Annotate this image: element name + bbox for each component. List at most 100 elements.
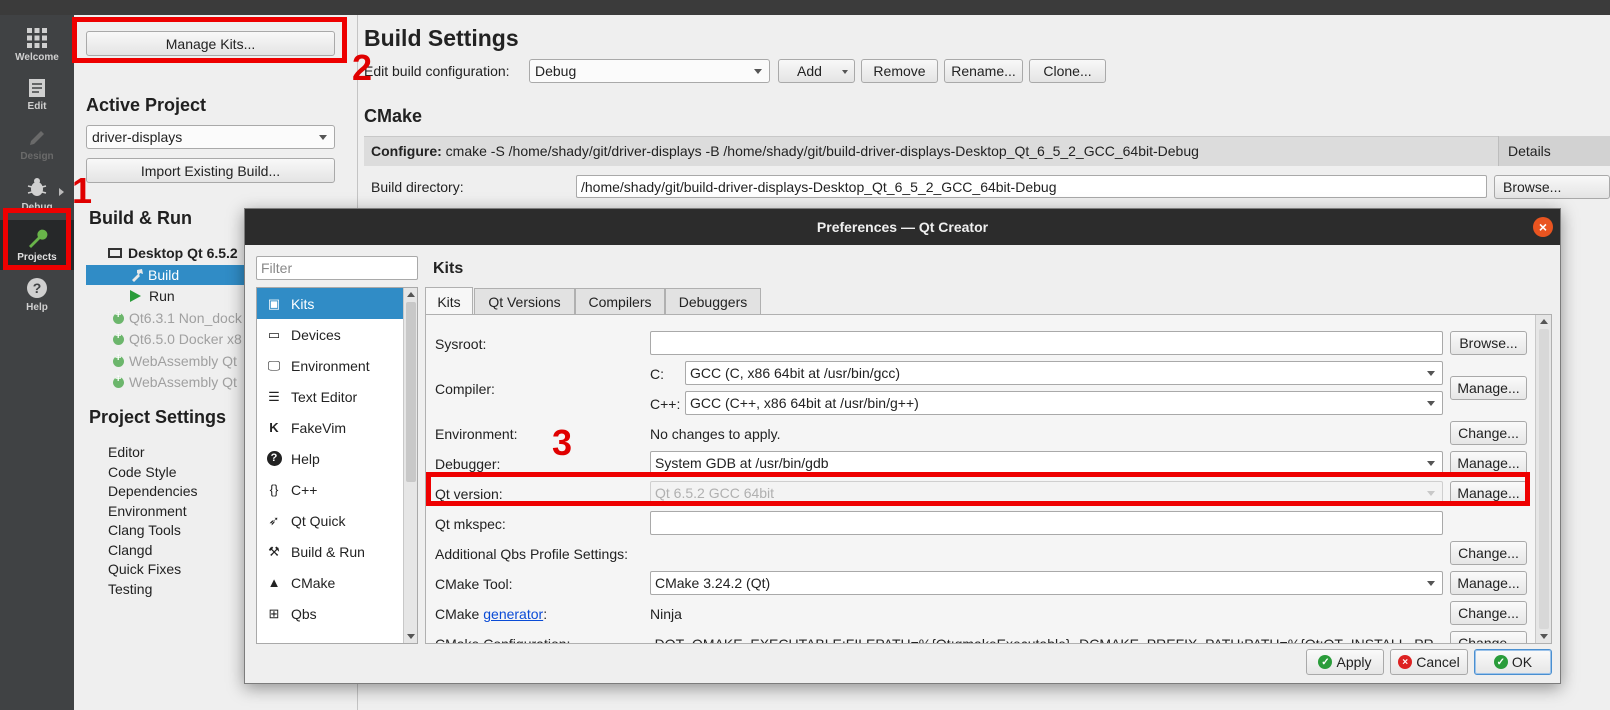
category-scrollbar[interactable] xyxy=(403,288,417,643)
compiler-c-select[interactable]: GCC (C, x86 64bit at /usr/bin/gcc) xyxy=(685,361,1443,385)
build-dir-browse-button[interactable]: Browse... xyxy=(1494,175,1610,199)
configure-line: Configure: cmake -S /home/shady/git/driv… xyxy=(371,143,1199,159)
project-settings-item[interactable]: Clangd xyxy=(108,542,152,558)
run-item[interactable]: Run xyxy=(130,288,175,304)
section-title: Kits xyxy=(433,260,464,277)
scroll-thumb[interactable] xyxy=(1539,329,1549,629)
qbs-change-button[interactable]: Change... xyxy=(1450,541,1527,565)
cmake-config-change-button[interactable]: Change... xyxy=(1450,631,1527,643)
cmake-generator-change-button[interactable]: Change... xyxy=(1450,601,1527,625)
annotation-box-qt-version xyxy=(426,472,1530,506)
cmake-icon: ▲ xyxy=(267,575,281,590)
cancel-button[interactable]: × Cancel xyxy=(1390,649,1468,675)
category-qbs[interactable]: ⊞ Qbs xyxy=(257,598,404,629)
build-item[interactable]: Build xyxy=(130,267,179,283)
category-label: Help xyxy=(291,450,320,467)
mode-help[interactable]: ? Help xyxy=(0,270,74,320)
project-settings-item[interactable]: Code Style xyxy=(108,464,176,480)
build-config-value: Debug xyxy=(535,63,577,79)
active-project-title: Active Project xyxy=(86,95,207,115)
ok-label: OK xyxy=(1511,654,1533,670)
build-directory-input[interactable]: /home/shady/git/build-driver-displays-De… xyxy=(576,175,1487,198)
tab-compilers[interactable]: Compilers xyxy=(575,288,665,314)
project-select[interactable]: driver-displays xyxy=(86,125,335,149)
project-settings-title: Project Settings xyxy=(89,407,227,427)
scroll-down-icon[interactable] xyxy=(407,634,415,639)
annotation-box-manage-kits xyxy=(72,17,347,63)
project-settings-item[interactable]: Clang Tools xyxy=(108,522,181,538)
project-settings-item[interactable]: Dependencies xyxy=(108,483,198,499)
chevron-down-icon xyxy=(842,70,848,74)
ok-button[interactable]: ✓ OK xyxy=(1474,649,1552,675)
mode-label: Design xyxy=(20,151,54,162)
scroll-up-icon[interactable] xyxy=(1540,319,1548,324)
project-settings-item[interactable]: Quick Fixes xyxy=(108,561,181,577)
tab-kits[interactable]: Kits xyxy=(425,287,473,315)
clone-config-button[interactable]: Clone... xyxy=(1029,59,1106,83)
category-label: C++ xyxy=(291,481,318,498)
tab-debuggers[interactable]: Debuggers xyxy=(665,288,761,314)
pencil-icon xyxy=(30,131,44,145)
qt-mkspec-input[interactable] xyxy=(650,511,1443,535)
svg-text:?: ? xyxy=(33,280,42,296)
category-help[interactable]: ? Help xyxy=(257,443,404,474)
details-toggle[interactable]: Details xyxy=(1498,136,1610,166)
project-select-value: driver-displays xyxy=(92,129,183,145)
cmake-gen-prefix: CMake xyxy=(435,606,480,622)
annotation-number: 1 xyxy=(72,170,93,211)
category-environment[interactable]: 🖵 Environment xyxy=(257,350,404,381)
kits-icon: ▣ xyxy=(267,295,281,311)
mode-welcome[interactable]: Welcome xyxy=(0,20,74,70)
mode-design[interactable]: Design xyxy=(0,120,74,170)
category-text-editor[interactable]: ☰ Text Editor xyxy=(257,381,404,412)
kit-item[interactable]: WebAssembly Qt xyxy=(113,373,237,390)
scroll-down-icon[interactable] xyxy=(1540,634,1548,639)
filter-input[interactable]: Filter xyxy=(256,256,418,280)
apply-button[interactable]: ✓ Apply xyxy=(1306,649,1384,675)
mode-edit[interactable]: Edit xyxy=(0,70,74,120)
apply-label: Apply xyxy=(1336,654,1372,670)
tab-qt-versions[interactable]: Qt Versions xyxy=(474,288,575,314)
category-kits[interactable]: ▣ Kits xyxy=(257,288,404,319)
sysroot-input[interactable] xyxy=(650,331,1443,355)
kit-item[interactable]: Qt6.5.0 Docker x8 xyxy=(113,330,242,347)
close-icon[interactable]: × xyxy=(1533,217,1553,237)
category-fakevim[interactable]: K FakeVim xyxy=(257,412,404,443)
kit-item-label: Qt6.3.1 Non_dock xyxy=(129,310,242,326)
kit-desktop[interactable]: Desktop Qt 6.5.2 xyxy=(108,245,238,261)
category-qt-quick[interactable]: ➶ Qt Quick xyxy=(257,505,404,536)
scroll-up-icon[interactable] xyxy=(407,292,415,297)
category-build-run[interactable]: ⚒ Build & Run xyxy=(257,536,404,567)
kit-pane-scrollbar[interactable] xyxy=(1535,315,1551,643)
project-settings-item[interactable]: Testing xyxy=(108,581,152,597)
qbs-icon: ⊞ xyxy=(268,605,280,621)
kit-item[interactable]: Qt6.3.1 Non_dock xyxy=(113,309,242,326)
category-cmake[interactable]: ▲ CMake xyxy=(257,567,404,598)
cmake-tool-manage-button[interactable]: Manage... xyxy=(1450,571,1527,595)
category-label: Environment xyxy=(291,357,370,374)
import-existing-build-button[interactable]: Import Existing Build... xyxy=(86,158,335,183)
rename-config-button[interactable]: Rename... xyxy=(944,59,1023,83)
compiler-manage-button[interactable]: Manage... xyxy=(1450,376,1527,400)
add-config-button[interactable]: Add xyxy=(778,59,855,83)
sysroot-browse-button[interactable]: Browse... xyxy=(1450,331,1527,355)
compiler-cpp-value: GCC (C++, x86 64bit at /usr/bin/g++) xyxy=(690,395,919,411)
environment-change-button[interactable]: Change... xyxy=(1450,421,1527,445)
category-cpp[interactable]: {} C++ xyxy=(257,474,404,505)
kit-item[interactable]: WebAssembly Qt xyxy=(113,352,237,369)
scroll-thumb[interactable] xyxy=(406,302,416,482)
project-settings-item[interactable]: Environment xyxy=(108,503,187,519)
build-label: Build xyxy=(148,267,180,283)
annotation-number: 3 xyxy=(552,422,573,463)
chevron-down-icon xyxy=(1427,371,1435,376)
mode-bar: Welcome Edit Design Debug Projects ? Hel… xyxy=(0,15,74,710)
project-settings-item[interactable]: Editor xyxy=(108,444,145,460)
build-config-select[interactable]: Debug xyxy=(529,59,770,83)
build-directory-label: Build directory: xyxy=(371,179,464,195)
cmake-tool-select[interactable]: CMake 3.24.2 (Qt) xyxy=(650,571,1443,595)
compiler-cpp-select[interactable]: GCC (C++, x86 64bit at /usr/bin/g++) xyxy=(685,391,1443,415)
remove-config-button[interactable]: Remove xyxy=(861,59,938,83)
category-devices[interactable]: ▭ Devices xyxy=(257,319,404,350)
cmake-generator-link[interactable]: generator xyxy=(483,606,543,622)
compiler-c-value: GCC (C, x86 64bit at /usr/bin/gcc) xyxy=(690,365,901,381)
